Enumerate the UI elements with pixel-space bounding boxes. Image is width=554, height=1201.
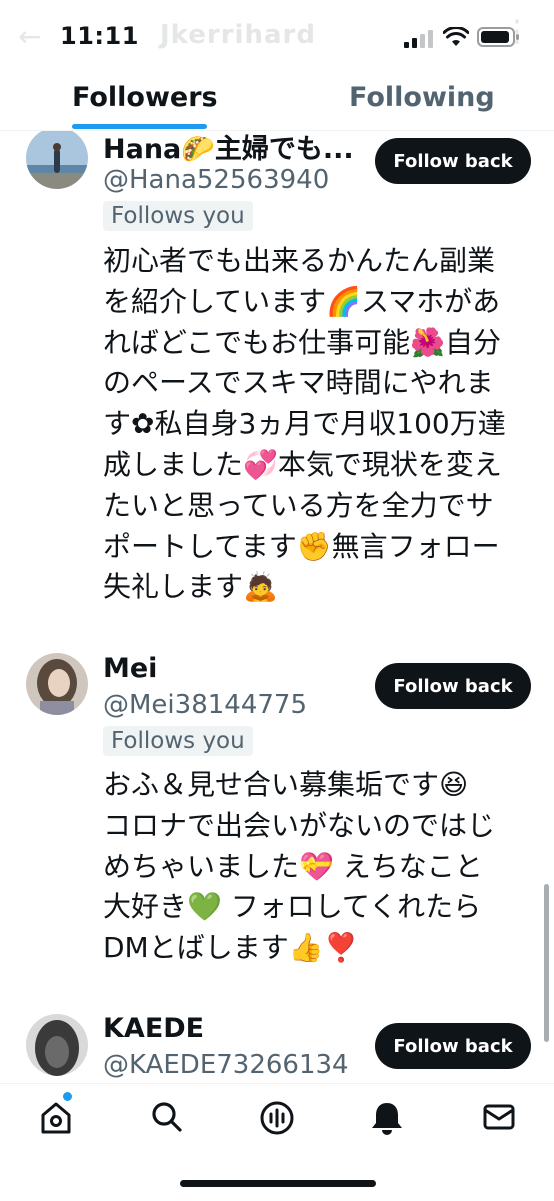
user-display-name[interactable]: KAEDE — [103, 1013, 365, 1044]
user-handle[interactable]: @Mei38144775 — [103, 690, 307, 720]
battery-icon — [477, 27, 519, 47]
tab-following[interactable]: Following — [349, 82, 495, 113]
avatar-beach-photo — [26, 131, 88, 189]
user-handle[interactable]: @Hana52563940 — [103, 165, 329, 195]
avatar[interactable] — [26, 653, 88, 715]
user-bio: おふ＆見せ合い募集垢です😆 コロナで出会いがないのではじ めちゃいました💝 えち… — [103, 768, 496, 965]
user-display-name[interactable]: Mei — [103, 653, 365, 684]
notification-dot — [63, 1092, 72, 1101]
status-time: 11:11 — [60, 22, 139, 50]
tab-bar: Followers Following — [0, 70, 554, 131]
user-bio: 初心者でも出来るかんたん副業 を紹介しています🌈スマホがあ ればどこでもお仕事可… — [103, 244, 506, 604]
user-handle[interactable]: @KAEDE73266134 — [103, 1050, 349, 1080]
home-icon[interactable] — [38, 1100, 74, 1136]
follows-you-badge: Follows you — [103, 201, 253, 231]
follows-you-badge: Follows you — [103, 726, 253, 756]
follow-back-button[interactable]: Follow back — [375, 1023, 531, 1069]
follow-back-button[interactable]: Follow back — [375, 138, 531, 184]
avatar[interactable] — [26, 131, 88, 189]
bell-icon[interactable] — [370, 1100, 404, 1136]
followers-list[interactable]: Hana🌮主婦でも... @Hana52563940 Follows you F… — [0, 131, 554, 1081]
avatar-hair-photo — [26, 1014, 88, 1076]
tab-followers[interactable]: Followers — [72, 82, 218, 113]
active-tab-indicator — [72, 124, 207, 129]
follow-back-button[interactable]: Follow back — [375, 663, 531, 709]
mail-icon[interactable] — [482, 1100, 516, 1134]
profile-title-faded: Jkerrihard — [160, 20, 316, 50]
search-icon[interactable] — [150, 1100, 184, 1134]
spaces-icon[interactable] — [259, 1100, 295, 1136]
cellular-signal-icon — [404, 30, 433, 48]
wifi-icon — [443, 27, 469, 46]
bottom-nav — [0, 1083, 554, 1201]
avatar[interactable] — [26, 1014, 88, 1076]
user-display-name[interactable]: Hana🌮主婦でも... — [103, 131, 365, 166]
status-bar: ← Jkerrihard ⋮ 11:11 — [0, 0, 554, 70]
avatar-portrait-photo — [26, 653, 88, 715]
home-indicator[interactable] — [180, 1180, 376, 1187]
scrollbar[interactable] — [544, 884, 549, 1042]
back-arrow-icon[interactable]: ← — [18, 20, 41, 53]
